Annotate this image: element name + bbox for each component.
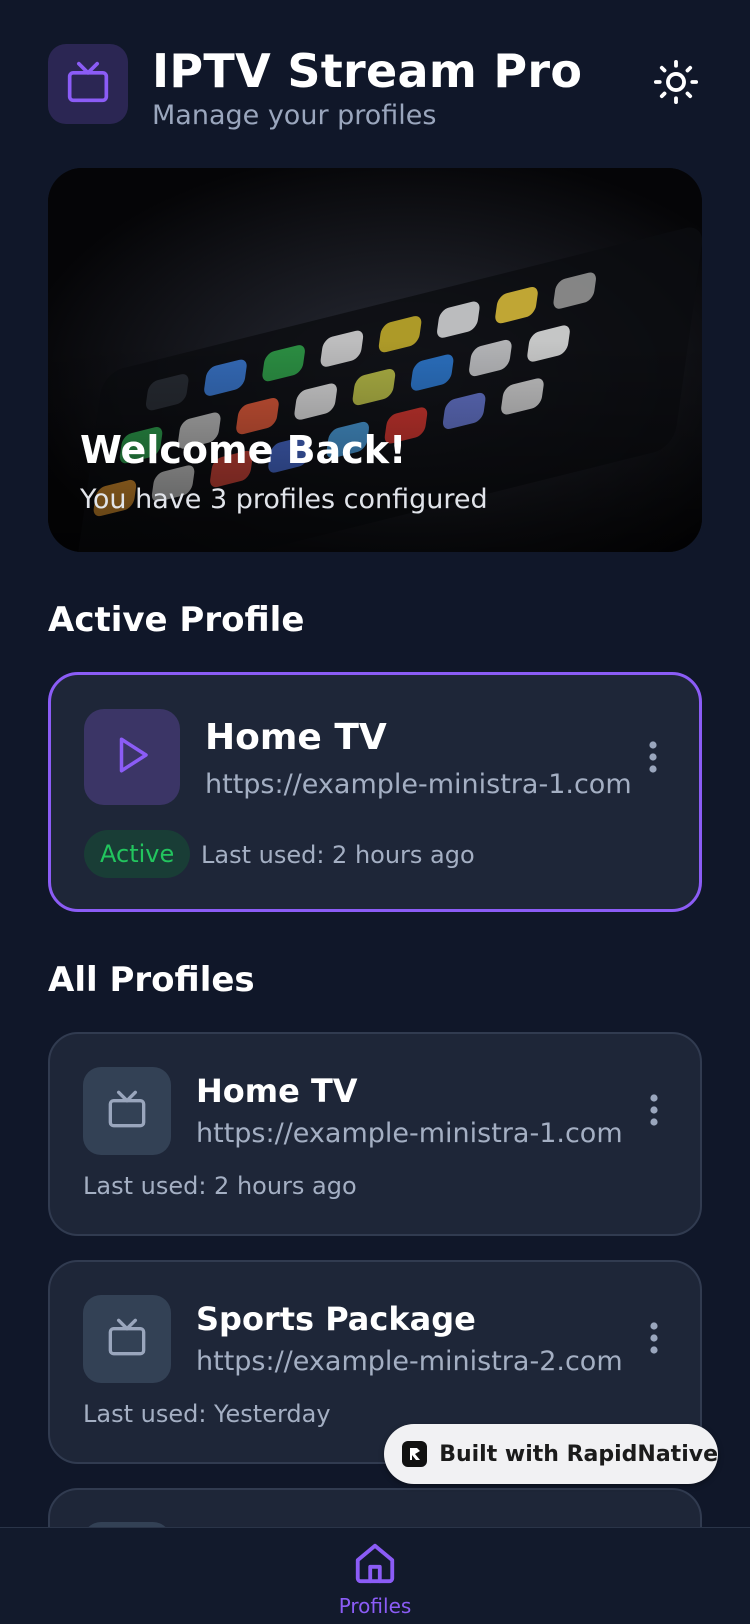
more-vertical-icon <box>649 1321 659 1359</box>
app-screen: IPTV Stream Pro Manage your profiles Wel… <box>0 0 750 1624</box>
profile-url: https://example-ministra-1.com <box>196 1118 623 1149</box>
active-profile-menu-button[interactable] <box>633 729 673 789</box>
active-profile-heading: Active Profile <box>48 600 305 640</box>
active-profile-last-used: Last used: 2 hours ago <box>201 841 475 869</box>
active-profile-name: Home TV <box>205 717 387 758</box>
built-with-text: Built with RapidNative <box>439 1441 718 1467</box>
profile-url: https://example-ministra-2.com <box>196 1346 623 1377</box>
app-title: IPTV Stream Pro <box>152 44 583 98</box>
more-vertical-icon <box>648 740 658 778</box>
profile-last-used: Last used: Yesterday <box>83 1400 331 1428</box>
profile-menu-button[interactable] <box>634 1082 674 1142</box>
welcome-banner: Welcome Back! You have 3 profiles config… <box>48 168 702 552</box>
profile-name: Home TV <box>196 1072 358 1110</box>
home-icon <box>352 1540 398 1590</box>
built-with-badge[interactable]: Built with RapidNative <box>384 1424 718 1484</box>
nav-label-profiles: Profiles <box>338 1594 412 1618</box>
status-badge: Active <box>84 830 191 878</box>
rapidnative-logo-icon <box>402 1441 428 1467</box>
more-vertical-icon <box>649 1093 659 1131</box>
profile-last-used: Last used: 2 hours ago <box>83 1172 357 1200</box>
header: IPTV Stream Pro Manage your profiles <box>48 44 702 131</box>
profile-icon-tile <box>83 1067 171 1155</box>
profile-icon-tile <box>83 1295 171 1383</box>
welcome-title: Welcome Back! <box>80 428 407 472</box>
app-logo <box>48 44 128 124</box>
profiles-count-text: You have 3 profiles configured <box>80 484 488 515</box>
nav-item-profiles[interactable]: Profiles <box>325 1540 425 1624</box>
all-profiles-heading: All Profiles <box>48 960 255 1000</box>
active-profile-icon-tile <box>84 709 180 805</box>
active-profile-card[interactable]: Home TV https://example-ministra-1.com A… <box>48 672 702 912</box>
theme-toggle-button[interactable] <box>650 58 702 110</box>
profile-name: Sports Package <box>196 1300 476 1338</box>
app-subtitle: Manage your profiles <box>152 100 437 131</box>
tv-icon <box>66 60 110 108</box>
active-profile-url: https://example-ministra-1.com <box>205 769 632 800</box>
profile-menu-button[interactable] <box>634 1310 674 1370</box>
tv-icon <box>107 1089 147 1133</box>
sun-icon <box>653 59 699 109</box>
play-icon <box>111 734 153 780</box>
bottom-navigation: Profiles <box>0 1527 750 1624</box>
tv-icon <box>107 1317 147 1361</box>
profile-card[interactable]: Home TV https://example-ministra-1.com L… <box>48 1032 702 1236</box>
